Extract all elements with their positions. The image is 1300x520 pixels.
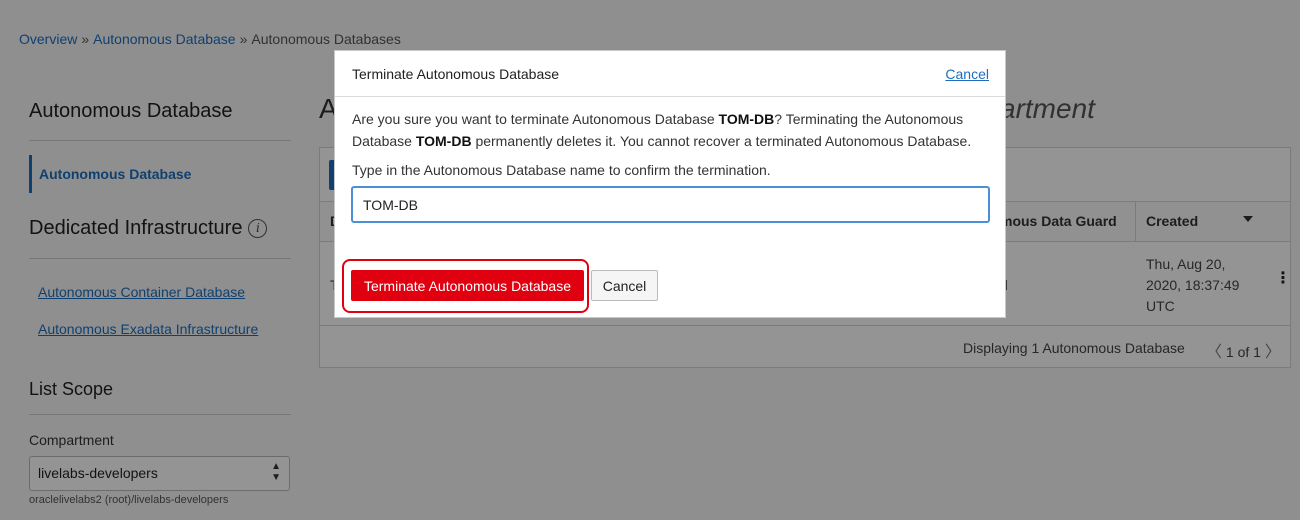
terminate-dialog: Terminate Autonomous Database Cancel Are… (334, 50, 1006, 318)
cancel-button[interactable]: Cancel (591, 270, 658, 301)
terminate-button[interactable]: Terminate Autonomous Database (351, 270, 584, 301)
confirm-label: Type in the Autonomous Database name to … (352, 162, 771, 178)
dialog-cancel-link[interactable]: Cancel (945, 66, 989, 82)
db-name-emphasis: TOM-DB (718, 111, 775, 127)
message-part-1: Are you sure you want to terminate Auton… (352, 111, 719, 127)
dialog-message: Are you sure you want to terminate Auton… (352, 108, 992, 152)
confirm-name-input[interactable] (351, 186, 990, 223)
dialog-title: Terminate Autonomous Database (352, 66, 560, 82)
db-name-emphasis: TOM-DB (415, 133, 472, 149)
dialog-header: Terminate Autonomous Database Cancel (335, 51, 1005, 97)
message-part-3: permanently deletes it. You cannot recov… (471, 133, 972, 149)
